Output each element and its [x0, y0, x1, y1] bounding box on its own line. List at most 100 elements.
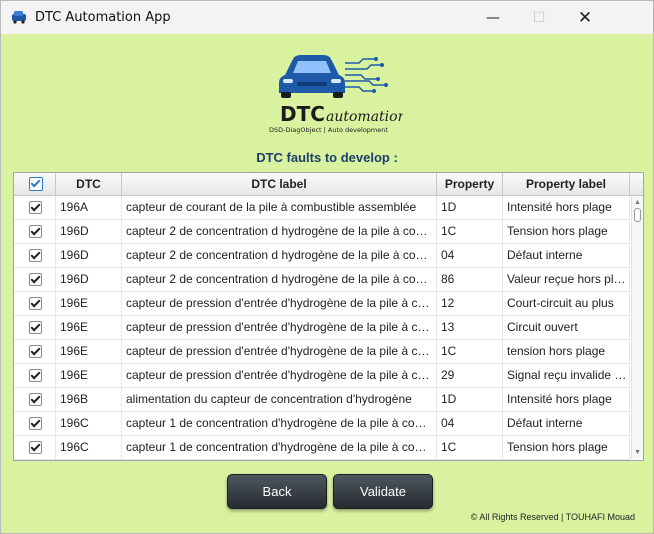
table-row[interactable]: 196D capteur 2 de concentration d hydrog… — [14, 220, 630, 244]
svg-text:DTC: DTC — [280, 102, 325, 126]
dtc-label-cell: capteur de pression d'entrée d'hydrogène… — [122, 340, 437, 364]
row-checkbox[interactable] — [29, 201, 42, 214]
property-label-cell: Tension hors plage — [503, 436, 630, 460]
svg-text:DSD-DiagObject | Auto developm: DSD-DiagObject | Auto development — [269, 126, 388, 134]
table-row[interactable]: 196B alimentation du capteur de concentr… — [14, 388, 630, 412]
dtc-table: DTC DTC label Property Property label 19… — [13, 172, 644, 461]
property-cell: 04 — [437, 412, 503, 436]
table-row[interactable]: 196C capteur 1 de concentration d'hydrog… — [14, 412, 630, 436]
scroll-up-arrow-icon[interactable]: ▲ — [633, 198, 642, 207]
table-row[interactable]: 196A capteur de courant de la pile à com… — [14, 196, 630, 220]
scrollbar-thumb[interactable] — [634, 208, 641, 222]
app-icon — [12, 11, 26, 24]
table-row[interactable]: 196E capteur de pression d'entrée d'hydr… — [14, 292, 630, 316]
row-checkbox[interactable] — [29, 249, 42, 262]
dtc-label-cell: alimentation du capteur de concentration… — [122, 388, 437, 412]
row-checkbox-cell — [14, 388, 56, 412]
property-cell: 1C — [437, 436, 503, 460]
dtc-label-cell: capteur 2 de concentration d hydrogène d… — [122, 220, 437, 244]
table-row[interactable]: 196E capteur de pression d'entrée d'hydr… — [14, 340, 630, 364]
row-checkbox[interactable] — [29, 345, 42, 358]
table-header: DTC DTC label Property Property label — [14, 173, 643, 196]
dtc-automation-logo: DTC automation DSD-DiagObject | Auto dev… — [269, 55, 403, 134]
dtc-label-cell: capteur de pression d'entrée d'hydrogène… — [122, 292, 437, 316]
row-checkbox-cell — [14, 196, 56, 220]
row-checkbox-cell — [14, 268, 56, 292]
row-checkbox-cell — [14, 340, 56, 364]
dtc-cell: 196E — [56, 292, 122, 316]
dtc-cell: 196D — [56, 244, 122, 268]
table-row[interactable]: 196E capteur de pression d'entrée d'hydr… — [14, 364, 630, 388]
table-row[interactable]: 196D capteur 2 de concentration d hydrog… — [14, 268, 630, 292]
dtc-label-cell: capteur de pression d'entrée d'hydrogène… — [122, 364, 437, 388]
property-label-cell: Intensité hors plage — [503, 388, 630, 412]
row-checkbox-cell — [14, 244, 56, 268]
section-title: DTC faults to develop : — [256, 150, 398, 165]
property-cell: 1D — [437, 388, 503, 412]
column-header-property-label[interactable]: Property label — [503, 173, 630, 195]
column-header-dtc-label[interactable]: DTC label — [122, 173, 437, 195]
row-checkbox[interactable] — [29, 273, 42, 286]
dtc-cell: 196A — [56, 196, 122, 220]
property-label-cell: Circuit ouvert — [503, 316, 630, 340]
row-checkbox[interactable] — [29, 369, 42, 382]
row-checkbox[interactable] — [29, 225, 42, 238]
property-label-cell: Défaut interne — [503, 244, 630, 268]
property-label-cell: Signal reçu invalide ou erroné — [503, 364, 630, 388]
minimize-button[interactable]: — — [470, 1, 516, 34]
dtc-cell: 196E — [56, 316, 122, 340]
property-cell: 04 — [437, 244, 503, 268]
maximize-button[interactable]: ☐ — [516, 1, 562, 34]
dtc-cell: 196D — [56, 268, 122, 292]
row-checkbox[interactable] — [29, 393, 42, 406]
car-icon — [279, 55, 345, 98]
row-checkbox-cell — [14, 436, 56, 460]
column-header-property[interactable]: Property — [437, 173, 503, 195]
property-label-cell: Valeur reçue hors plage — [503, 268, 630, 292]
row-checkbox-cell — [14, 220, 56, 244]
select-all-checkbox[interactable] — [29, 177, 43, 191]
row-checkbox[interactable] — [29, 417, 42, 430]
property-label-cell: Défaut interne — [503, 412, 630, 436]
row-checkbox[interactable] — [29, 321, 42, 334]
row-checkbox[interactable] — [29, 441, 42, 454]
dtc-cell: 196B — [56, 388, 122, 412]
back-button[interactable]: Back — [227, 474, 327, 509]
row-checkbox[interactable] — [29, 297, 42, 310]
property-label-cell: Tension hors plage — [503, 220, 630, 244]
table-row[interactable]: 196C capteur 1 de concentration d'hydrog… — [14, 436, 630, 460]
validate-button[interactable]: Validate — [333, 474, 433, 509]
svg-text:automation: automation — [326, 109, 403, 125]
dtc-cell: 196E — [56, 340, 122, 364]
table-row[interactable]: 196E capteur de pression d'entrée d'hydr… — [14, 316, 630, 340]
row-checkbox-cell — [14, 412, 56, 436]
row-checkbox-cell — [14, 316, 56, 340]
property-label-cell: Intensité hors plage — [503, 196, 630, 220]
property-cell: 86 — [437, 268, 503, 292]
column-header-dtc[interactable]: DTC — [56, 173, 122, 195]
dtc-label-cell: capteur 1 de concentration d'hydrogène d… — [122, 436, 437, 460]
table-scrollbar[interactable]: ▲ ▼ — [631, 196, 643, 459]
app-window: DTC Automation App — ☐ ✕ DTC automation … — [0, 0, 654, 534]
property-label-cell: Court-circuit au plus — [503, 292, 630, 316]
copyright-footer: © All Rights Reserved | TOUHAFI Mouad — [470, 512, 635, 522]
dtc-cell: 196C — [56, 436, 122, 460]
property-cell: 13 — [437, 316, 503, 340]
scroll-down-arrow-icon[interactable]: ▼ — [633, 448, 642, 457]
property-cell: 1D — [437, 196, 503, 220]
property-cell: 1C — [437, 340, 503, 364]
title-bar: DTC Automation App — ☐ ✕ — [1, 1, 653, 34]
property-cell: 29 — [437, 364, 503, 388]
dtc-cell: 196D — [56, 220, 122, 244]
dtc-label-cell: capteur 2 de concentration d hydrogène d… — [122, 244, 437, 268]
row-checkbox-cell — [14, 292, 56, 316]
dtc-cell: 196E — [56, 364, 122, 388]
table-row[interactable]: 196D capteur 2 de concentration d hydrog… — [14, 244, 630, 268]
dtc-label-cell: capteur de courant de la pile à combusti… — [122, 196, 437, 220]
select-all-column — [14, 173, 56, 195]
property-label-cell: tension hors plage — [503, 340, 630, 364]
row-checkbox-cell — [14, 364, 56, 388]
window-title: DTC Automation App — [35, 10, 171, 25]
close-button[interactable]: ✕ — [562, 1, 608, 34]
dtc-label-cell: capteur 1 de concentration d'hydrogène d… — [122, 412, 437, 436]
